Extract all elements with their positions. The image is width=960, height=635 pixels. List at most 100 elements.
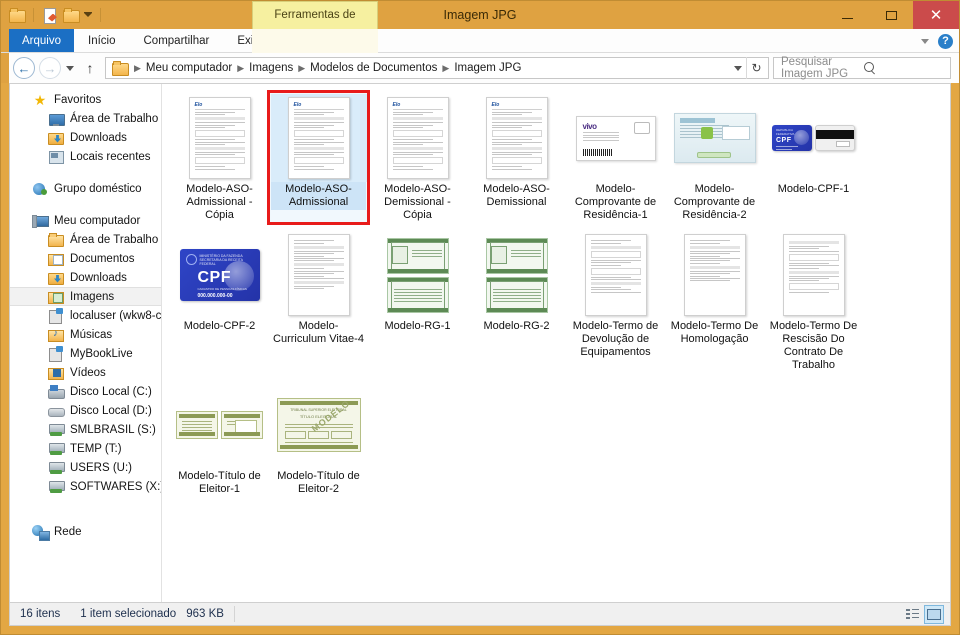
back-button[interactable]: ←: [13, 57, 35, 79]
breadcrumb[interactable]: ▶ Meu computador ▶ Imagens ▶ Modelos de …: [105, 57, 769, 79]
sidebar-item-disco-local-c[interactable]: Disco Local (C:): [10, 382, 161, 401]
sidebar-item-favoritos[interactable]: ★ Favoritos: [10, 90, 161, 109]
network-folder-icon: [48, 308, 64, 324]
file-item[interactable]: Modelo-RG-2: [467, 229, 566, 373]
breadcrumb-separator-0: ▶: [132, 63, 143, 74]
sidebar-label: SMLBRASIL (S:): [70, 424, 156, 436]
file-item[interactable]: Modelo-Curriculum Vitae-4: [269, 229, 368, 373]
utility-bill-thumbnail-icon: [674, 113, 756, 163]
search-icon[interactable]: [864, 62, 947, 75]
document-thumbnail-icon: [585, 234, 647, 316]
file-item[interactable]: Modelo-RG-1: [368, 229, 467, 373]
breadcrumb-item-0[interactable]: Meu computador: [143, 62, 235, 74]
sidebar-label: Meu computador: [54, 215, 140, 227]
maximize-button[interactable]: [869, 1, 913, 29]
sidebar-item-downloads-2[interactable]: Downloads: [10, 268, 161, 287]
ribbon-tab-bar: Arquivo Início Compartilhar Exibir Geren…: [1, 29, 959, 53]
file-item[interactable]: REPUBLICA FEDERATIVA CPF: [764, 92, 863, 223]
sidebar-label: Downloads: [70, 132, 127, 144]
sidebar-item-rede[interactable]: Rede: [10, 522, 161, 541]
file-name: Modelo-CPF-1: [776, 182, 852, 197]
file-item[interactable]: Modelo-Comprovante de Residência-2: [665, 92, 764, 223]
breadcrumb-item-3[interactable]: Imagem JPG: [451, 62, 524, 74]
file-item-selected[interactable]: Elo Modelo-ASO-Admissional: [269, 92, 368, 223]
contextual-tab-group-title: Ferramentas de Imagem: [252, 1, 378, 29]
new-folder-icon[interactable]: [9, 8, 25, 22]
sidebar-item-softwares[interactable]: SOFTWARES (X:): [10, 477, 161, 496]
sidebar-item-videos[interactable]: Vídeos: [10, 363, 161, 382]
file-item[interactable]: Modelo-Título de Eleitor-1: [170, 379, 269, 497]
cpf-pair-thumbnail-icon: REPUBLICA FEDERATIVA CPF: [772, 125, 855, 151]
sidebar-label: USERS (U:): [70, 462, 132, 474]
sidebar-label: MyBookLive: [70, 348, 133, 360]
file-thumbnail: [469, 231, 565, 319]
sidebar-item-mybooklive[interactable]: MyBookLive: [10, 344, 161, 363]
tab-arquivo[interactable]: Arquivo: [9, 29, 74, 52]
file-item[interactable]: Elo Modelo-ASO-Demissional: [467, 92, 566, 223]
sidebar-item-localuser[interactable]: localuser (wkw8-cor: [10, 306, 161, 325]
sidebar-label: Disco Local (C:): [70, 386, 152, 398]
sidebar-item-smlbrasil[interactable]: SMLBRASIL (S:): [10, 420, 161, 439]
recent-locations-caret-icon[interactable]: [61, 57, 79, 79]
tab-compartilhar[interactable]: Compartilhar: [130, 29, 224, 52]
recent-places-icon: [48, 149, 64, 165]
file-item[interactable]: Modelo-Termo De Homologação: [665, 229, 764, 373]
file-thumbnail: [568, 231, 664, 319]
close-button[interactable]: ✕: [913, 1, 959, 29]
sidebar-item-temp[interactable]: TEMP (T:): [10, 439, 161, 458]
sidebar-item-downloads[interactable]: Downloads: [10, 128, 161, 147]
file-item[interactable]: vivo Modelo-Comprovante de Residência-1: [566, 92, 665, 223]
sidebar-item-area-de-trabalho-2[interactable]: Área de Trabalho: [10, 230, 161, 249]
file-item[interactable]: TRIBUNAL SUPERIOR ELEITORAL TÍTULO ELEIT…: [269, 379, 368, 497]
minimize-button[interactable]: [825, 1, 869, 29]
sidebar-item-grupo-domestico[interactable]: Grupo doméstico: [10, 179, 161, 198]
forward-button[interactable]: →: [39, 57, 61, 79]
status-size: 963 KB: [186, 603, 234, 625]
sidebar-item-documentos[interactable]: Documentos: [10, 249, 161, 268]
large-icons-view-button[interactable]: [924, 605, 944, 624]
breadcrumb-item-1[interactable]: Imagens: [246, 62, 296, 74]
file-item[interactable]: Elo Modelo-ASO-Admissional - Có: [170, 92, 269, 223]
sidebar-gap-4: [10, 509, 161, 522]
file-thumbnail: [766, 231, 862, 319]
file-name: Modelo-Comprovante de Residência-2: [667, 182, 762, 223]
folder-icon[interactable]: [63, 8, 79, 22]
sidebar-gap-3: [10, 496, 161, 509]
breadcrumb-separator-2: ▶: [296, 63, 307, 74]
search-input[interactable]: Pesquisar Imagem JPG: [773, 57, 951, 79]
sidebar-item-users[interactable]: USERS (U:): [10, 458, 161, 477]
file-item[interactable]: Modelo-Termo De Rescisão Do Contrato De …: [764, 229, 863, 373]
help-icon[interactable]: ?: [938, 34, 953, 49]
breadcrumb-separator-1: ▶: [235, 63, 246, 74]
properties-icon[interactable]: [42, 8, 58, 23]
sidebar-label: Vídeos: [70, 367, 106, 379]
navigation-pane[interactable]: ★ Favoritos Área de Trabalho Downloads L…: [10, 84, 162, 602]
sidebar-item-musicas[interactable]: Músicas: [10, 325, 161, 344]
file-thumbnail: [172, 381, 268, 469]
up-button[interactable]: ↑: [79, 57, 101, 79]
customize-caret-icon[interactable]: [84, 13, 92, 17]
address-bar: ← → ↑ ▶ Meu computador ▶ Imagens ▶ Model…: [1, 53, 959, 83]
sidebar-item-disco-local-d[interactable]: Disco Local (D:): [10, 401, 161, 420]
sidebar-item-locais-recentes[interactable]: Locais recentes: [10, 147, 161, 166]
ribbon-right-icons: ?: [921, 29, 953, 53]
pictures-folder-icon: [48, 289, 64, 305]
tab-inicio[interactable]: Início: [74, 29, 130, 52]
address-dropdown-icon[interactable]: [730, 66, 746, 71]
file-item[interactable]: Elo Modelo-ASO-Demissional - Có: [368, 92, 467, 223]
sidebar-item-meu-computador[interactable]: Meu computador: [10, 211, 161, 230]
file-list-pane[interactable]: Elo Modelo-ASO-Admissional - Có: [162, 84, 950, 602]
file-item[interactable]: Modelo-Termo de Devolução de Equipamento…: [566, 229, 665, 373]
file-item[interactable]: MINISTÉRIO DA FAZENDASECRETARIA DA RECEI…: [170, 229, 269, 373]
sidebar-item-area-de-trabalho[interactable]: Área de Trabalho: [10, 109, 161, 128]
sidebar-label: Imagens: [70, 291, 114, 303]
sidebar-item-imagens[interactable]: Imagens: [10, 287, 161, 306]
breadcrumb-separator-3: ▶: [440, 63, 451, 74]
details-view-button[interactable]: [902, 605, 922, 624]
chevron-down-icon[interactable]: [921, 39, 929, 44]
refresh-icon[interactable]: ↻: [746, 57, 766, 79]
sidebar-label: Grupo doméstico: [54, 183, 142, 195]
breadcrumb-item-2[interactable]: Modelos de Documentos: [307, 62, 440, 74]
document-thumbnail-icon: Elo: [486, 97, 548, 179]
file-name: Modelo-Termo De Rescisão Do Contrato De …: [766, 319, 861, 373]
